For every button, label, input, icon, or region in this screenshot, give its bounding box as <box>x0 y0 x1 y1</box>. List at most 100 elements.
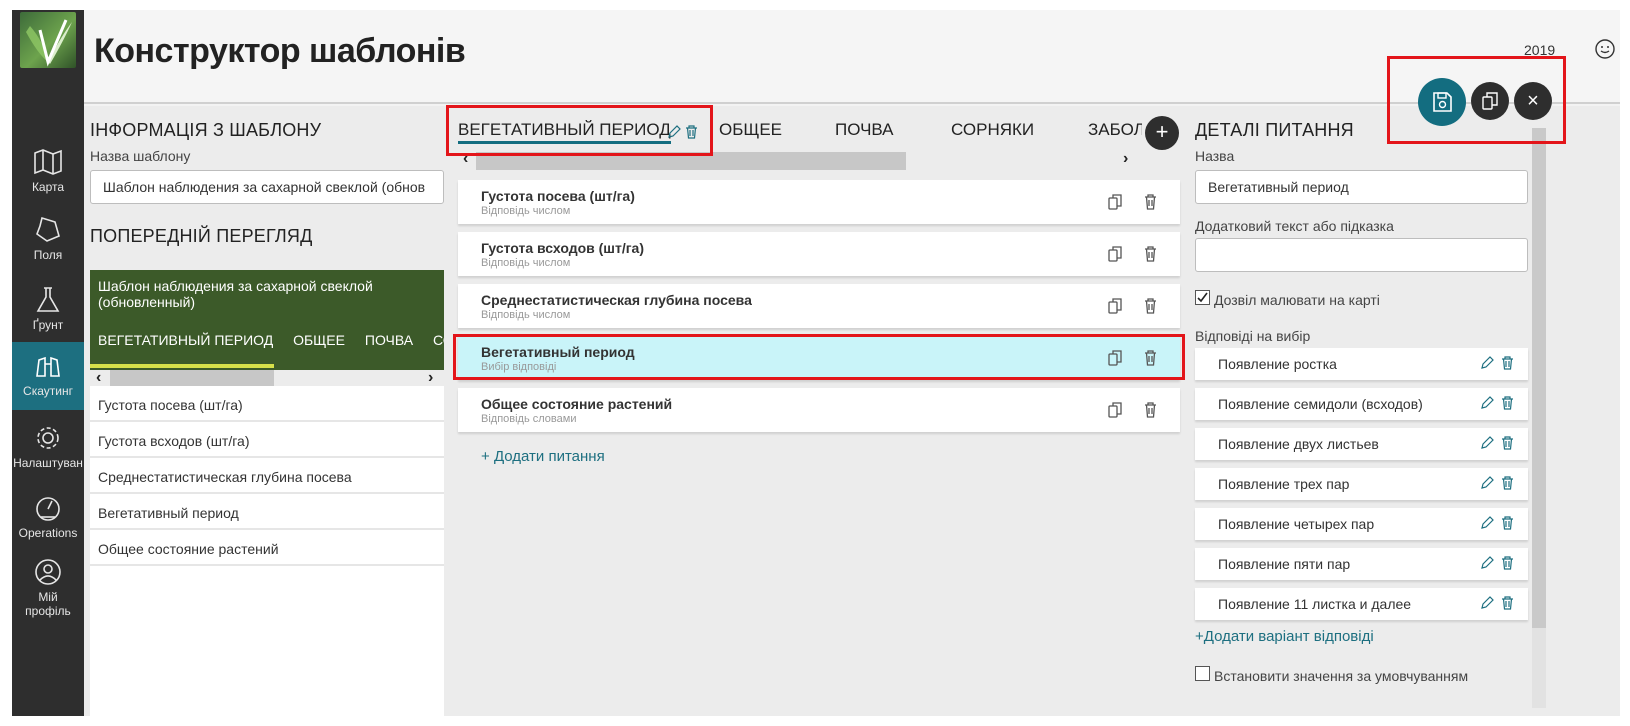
trash-icon[interactable] <box>1501 556 1514 570</box>
trash-icon[interactable] <box>1144 298 1157 314</box>
tab-weeds[interactable]: СОРНЯКИ <box>951 120 1034 140</box>
gear-icon <box>37 427 59 449</box>
question-type: Вибір відповіді <box>481 361 557 373</box>
nav-label: Скаутинг <box>23 384 73 398</box>
set-default-checkbox[interactable] <box>1195 666 1210 681</box>
draw-on-map-checkbox[interactable] <box>1195 290 1210 305</box>
left-nav: Карта Поля Ґрунт Скаутинг Налаштуван Ope… <box>12 10 84 716</box>
trash-icon[interactable] <box>1501 516 1514 530</box>
question-type: Відповідь словами <box>481 413 577 425</box>
nav-item-settings[interactable]: Налаштуван <box>12 414 84 482</box>
preview-header: Шаблон наблюдения за сахарной свеклой (о… <box>90 270 444 370</box>
tab-general[interactable]: ОБЩЕЕ <box>719 120 782 140</box>
trash-icon[interactable] <box>1144 246 1157 262</box>
template-preview: Шаблон наблюдения за сахарной свеклой (о… <box>90 270 444 716</box>
template-name-input[interactable]: Шаблон наблюдения за сахарной свеклой (о… <box>90 170 444 204</box>
choice-row[interactable]: Появление четырех пар <box>1195 508 1528 540</box>
feedback-smiley-icon[interactable] <box>1594 38 1616 60</box>
trash-icon[interactable] <box>1501 356 1514 370</box>
details-scroll-thumb[interactable] <box>1532 128 1546 628</box>
nav-item-scouting[interactable]: Скаутинг <box>12 342 84 410</box>
question-row[interactable]: Густота посева (шт/га) Відповідь числом <box>458 180 1180 224</box>
flask-icon <box>36 287 60 312</box>
choice-row[interactable]: Появление пяти пар <box>1195 548 1528 580</box>
edit-icon[interactable] <box>1480 396 1494 410</box>
scroll-right-icon[interactable]: › <box>428 369 433 387</box>
trash-icon[interactable] <box>1144 194 1157 210</box>
question-row[interactable]: Среднестатистическая глубина посева Відп… <box>458 284 1180 328</box>
duplicate-button[interactable] <box>1471 82 1509 120</box>
preview-tab[interactable]: ПОЧВА <box>365 332 413 348</box>
nav-item-soil[interactable]: Ґрунт <box>12 276 84 344</box>
question-type: Відповідь числом <box>481 205 571 217</box>
preview-tab[interactable]: ОБЩЕЕ <box>293 332 345 348</box>
close-button[interactable]: × <box>1514 82 1552 120</box>
copy-icon[interactable] <box>1108 246 1122 262</box>
preview-template-title: Шаблон наблюдения за сахарной свеклой (о… <box>98 278 373 310</box>
tabs-scroll-left-icon[interactable]: ‹ <box>463 150 468 168</box>
info-section-title: ІНФОРМАЦІЯ З ШАБЛОНУ <box>90 120 322 140</box>
save-button[interactable] <box>1418 78 1466 126</box>
tab-vegetative-period[interactable]: ВЕГЕТАТИВНЫЙ ПЕРИОД <box>458 120 671 144</box>
preview-row: Среднестатистическая глубина посева <box>90 460 444 494</box>
nav-item-profile[interactable]: Мій профіль <box>12 548 84 628</box>
hint-input[interactable] <box>1195 238 1528 272</box>
trash-icon[interactable] <box>1501 436 1514 450</box>
nav-item-operations[interactable]: Operations <box>12 484 84 552</box>
preview-tab[interactable]: СОРН <box>433 332 444 348</box>
question-row[interactable]: Общее состояние растений Відповідь слова… <box>458 388 1180 432</box>
trash-icon[interactable] <box>1501 396 1514 410</box>
tab-soil[interactable]: ПОЧВА <box>835 120 894 140</box>
question-title: Среднестатистическая глубина посева <box>481 292 752 308</box>
copy-icon[interactable] <box>1108 402 1122 418</box>
preview-scroll-thumb[interactable] <box>110 370 274 386</box>
trash-icon[interactable] <box>1144 350 1157 366</box>
edit-icon[interactable] <box>1480 356 1494 370</box>
preview-row: Густота всходов (шт/га) <box>90 424 444 458</box>
add-question-label: Додати питання <box>493 448 605 465</box>
edit-icon[interactable] <box>1480 516 1494 530</box>
copy-icon[interactable] <box>1108 194 1122 210</box>
add-choice-button[interactable]: +Додати варіант відповіді <box>1195 628 1374 645</box>
trash-icon[interactable] <box>1144 402 1157 418</box>
copy-icon[interactable] <box>1108 298 1122 314</box>
edit-icon[interactable] <box>1480 556 1494 570</box>
nav-label: Мій <box>38 590 58 604</box>
page-title: Конструктор шаблонів <box>94 32 466 70</box>
draw-on-map-label: Дозвіл малювати на карті <box>1214 292 1380 308</box>
year-label[interactable]: 2019 <box>1524 42 1555 58</box>
add-tab-button[interactable]: + <box>1145 116 1179 150</box>
question-name-input[interactable]: Вегетативный период <box>1195 170 1528 204</box>
add-question-button[interactable]: + Додати питання <box>481 448 605 465</box>
choice-row[interactable]: Появление трех пар <box>1195 468 1528 500</box>
tabs-scroll-thumb[interactable] <box>476 152 906 170</box>
preview-tab[interactable]: ВЕГЕТАТИВНЫЙ ПЕРИОД <box>98 332 273 348</box>
edit-tab-icon[interactable] <box>667 125 681 139</box>
scroll-left-icon[interactable]: ‹ <box>96 369 101 387</box>
choice-label: Появление семидоли (всходов) <box>1218 396 1423 412</box>
header: Конструктор шаблонів 2019 <box>84 10 1620 104</box>
delete-tab-icon[interactable] <box>685 125 698 139</box>
edit-icon[interactable] <box>1480 596 1494 610</box>
tab-diseases[interactable]: ЗАБОЛ <box>1088 120 1142 140</box>
trash-icon[interactable] <box>1501 476 1514 490</box>
choices-label: Відповіді на вибір <box>1195 328 1311 344</box>
trash-icon[interactable] <box>1501 596 1514 610</box>
tabs-scroll-right-icon[interactable]: › <box>1123 150 1128 168</box>
app-logo[interactable] <box>20 12 76 68</box>
choice-row[interactable]: Появление 11 листка и далее <box>1195 588 1528 620</box>
nav-label: Налаштуван <box>13 456 83 470</box>
copy-icon[interactable] <box>1108 350 1122 366</box>
nav-item-map[interactable]: Карта <box>12 138 84 206</box>
nav-item-fields[interactable]: Поля <box>12 206 84 274</box>
question-row[interactable]: Густота всходов (шт/га) Відповідь числом <box>458 232 1180 276</box>
choice-label: Появление четырех пар <box>1218 516 1375 532</box>
choice-row[interactable]: Появление двух листьев <box>1195 428 1528 460</box>
choice-row[interactable]: Появление ростка <box>1195 348 1528 380</box>
choice-row[interactable]: Появление семидоли (всходов) <box>1195 388 1528 420</box>
edit-icon[interactable] <box>1480 436 1494 450</box>
question-title: Общее состояние растений <box>481 396 673 412</box>
question-row-selected[interactable]: Вегетативный период Вибір відповіді <box>458 336 1180 380</box>
plus-icon: + <box>481 448 494 465</box>
edit-icon[interactable] <box>1480 476 1494 490</box>
